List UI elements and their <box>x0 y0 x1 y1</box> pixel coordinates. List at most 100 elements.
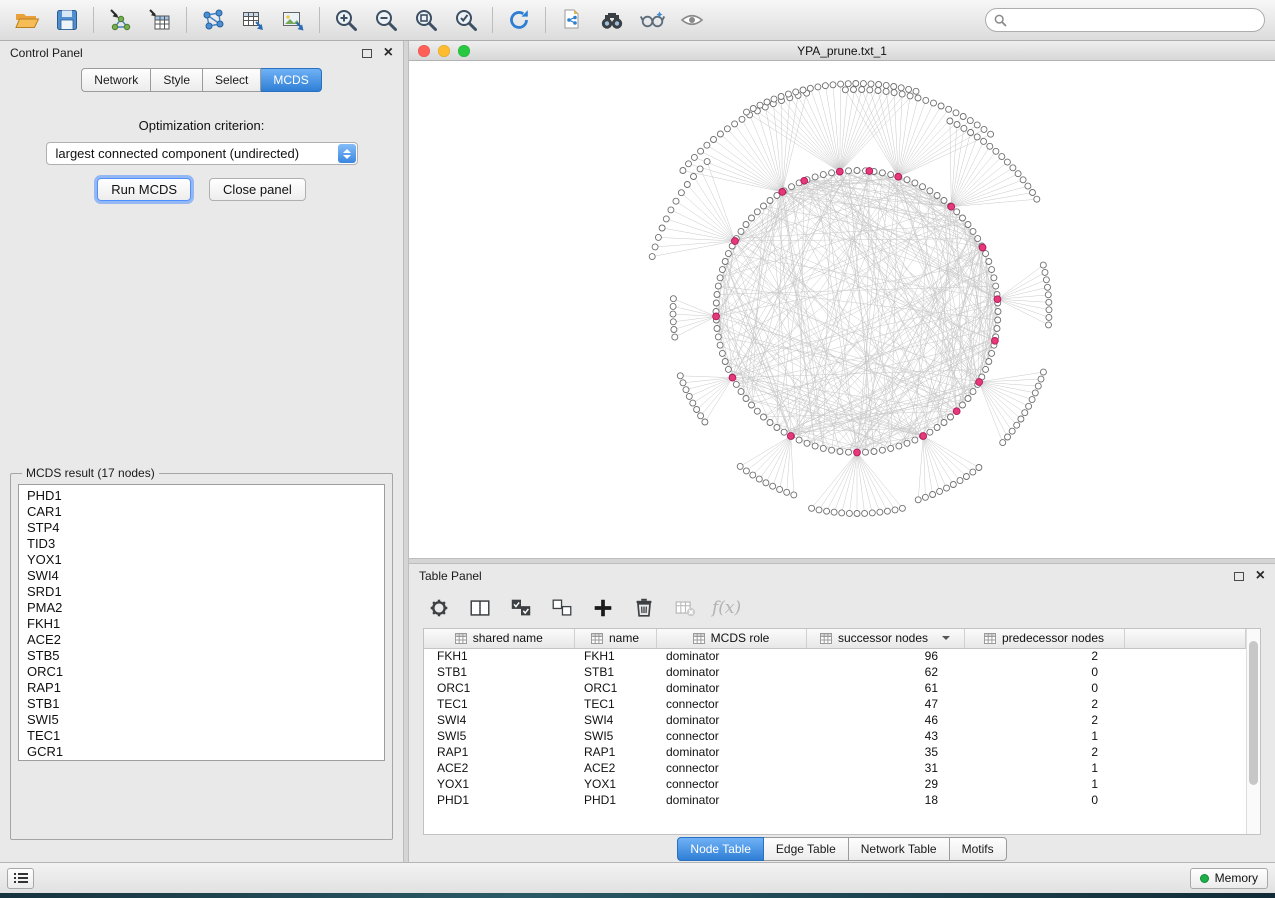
plus-icon <box>591 596 615 620</box>
mcds-node-item[interactable]: STB1 <box>19 696 384 712</box>
window-close-icon[interactable] <box>418 45 430 57</box>
table-grid-icon <box>455 633 467 644</box>
mcds-node-item[interactable]: TEC1 <box>19 728 384 744</box>
import-table-button[interactable] <box>143 4 177 36</box>
mcds-node-item[interactable]: STB5 <box>19 648 384 664</box>
float-panel-icon[interactable] <box>362 49 372 58</box>
table-row[interactable]: FKH1FKH1dominator962 <box>424 648 1246 664</box>
mcds-node-item[interactable]: SWI5 <box>19 712 384 728</box>
run-mcds-button[interactable]: Run MCDS <box>97 178 191 201</box>
window-maximize-icon[interactable] <box>458 45 470 57</box>
table-row[interactable]: ACE2ACE2connector311 <box>424 760 1246 776</box>
show-columns-button[interactable] <box>466 594 494 622</box>
select-all-button[interactable] <box>507 594 535 622</box>
table-row[interactable]: PHD1PHD1dominator180 <box>424 792 1246 808</box>
status-bar: Memory <box>0 862 1275 893</box>
close-panel-icon[interactable]: × <box>384 47 393 59</box>
import-table-icon <box>147 7 173 33</box>
table-row[interactable]: SWI4SWI4dominator462 <box>424 712 1246 728</box>
column-header-predecessor-nodes[interactable]: predecessor nodes <box>964 629 1124 648</box>
mcds-node-item[interactable]: ACE2 <box>19 632 384 648</box>
refresh-button[interactable] <box>502 4 536 36</box>
mcds-node-item[interactable]: CAR1 <box>19 504 384 520</box>
toolbar-separator <box>319 7 320 33</box>
save-session-button[interactable] <box>50 4 84 36</box>
float-panel-icon[interactable] <box>1234 572 1244 581</box>
table-row[interactable]: RAP1RAP1dominator352 <box>424 744 1246 760</box>
column-header-successor-nodes[interactable]: successor nodes <box>806 629 964 648</box>
mcds-result-list[interactable]: PHD1CAR1STP4TID3YOX1SWI4SRD1PMA2FKH1ACE2… <box>18 484 385 761</box>
show-details-button[interactable] <box>635 4 669 36</box>
zoom-out-button[interactable] <box>369 4 403 36</box>
table-row[interactable]: YOX1YOX1connector291 <box>424 776 1246 792</box>
tab-node-table[interactable]: Node Table <box>677 837 764 861</box>
toolbar-search[interactable] <box>985 8 1265 32</box>
zoom-fit-button[interactable] <box>409 4 443 36</box>
column-header-shared-name[interactable]: shared name <box>424 629 574 648</box>
document-share-icon <box>559 7 585 33</box>
tab-select[interactable]: Select <box>203 68 261 92</box>
zoom-in-button[interactable] <box>329 4 363 36</box>
mcds-node-item[interactable]: GCR1 <box>19 744 384 760</box>
open-folder-icon <box>14 7 40 33</box>
zoom-selected-icon <box>453 7 479 33</box>
deselect-all-button[interactable] <box>548 594 576 622</box>
table-panel-title: Table Panel <box>419 569 482 583</box>
table-row[interactable]: TEC1TEC1connector472 <box>424 696 1246 712</box>
mcds-node-item[interactable]: PMA2 <box>19 600 384 616</box>
network-view-titlebar[interactable]: YPA_prune.txt_1 <box>409 41 1275 61</box>
new-network-button[interactable] <box>196 4 230 36</box>
mcds-node-item[interactable]: RAP1 <box>19 680 384 696</box>
mcds-node-item[interactable]: PHD1 <box>19 488 384 504</box>
sort-chevron-down-icon <box>942 636 950 640</box>
mcds-node-item[interactable]: STP4 <box>19 520 384 536</box>
birds-eye-button[interactable] <box>675 4 709 36</box>
zoom-selected-button[interactable] <box>449 4 483 36</box>
scrollbar-thumb[interactable] <box>1249 641 1258 785</box>
table-scrollbar[interactable] <box>1246 629 1260 834</box>
tab-network[interactable]: Network <box>81 68 151 92</box>
clone-network-button[interactable] <box>555 4 589 36</box>
window-minimize-icon[interactable] <box>438 45 450 57</box>
mcds-node-item[interactable]: SWI4 <box>19 568 384 584</box>
tab-mcds[interactable]: MCDS <box>261 68 321 92</box>
table-row[interactable]: STB1STB1dominator620 <box>424 664 1246 680</box>
control-panel: Control Panel × Network Style Select MCD… <box>0 41 403 862</box>
delete-column-button[interactable] <box>630 594 658 622</box>
table-row[interactable]: ORC1ORC1dominator610 <box>424 680 1246 696</box>
column-header-name[interactable]: name <box>574 629 656 648</box>
export-image-button[interactable] <box>276 4 310 36</box>
table-settings-button[interactable] <box>425 594 453 622</box>
mcds-node-item[interactable]: TID3 <box>19 536 384 552</box>
mcds-node-item[interactable]: FKH1 <box>19 616 384 632</box>
tab-edge-table[interactable]: Edge Table <box>764 837 849 861</box>
search-network-button[interactable] <box>595 4 629 36</box>
export-table-button[interactable] <box>236 4 270 36</box>
task-history-button[interactable] <box>7 868 34 889</box>
add-column-button[interactable] <box>589 594 617 622</box>
close-panel-button[interactable]: Close panel <box>209 178 306 201</box>
search-input[interactable] <box>1012 13 1256 27</box>
delete-table-button[interactable] <box>671 594 699 622</box>
tab-motifs[interactable]: Motifs <box>950 837 1007 861</box>
mcds-node-item[interactable]: ORC1 <box>19 664 384 680</box>
optimization-criterion-label: Optimization criterion: <box>139 118 265 133</box>
column-label: MCDS role <box>711 631 770 645</box>
network-canvas[interactable] <box>409 61 1275 558</box>
columns-icon <box>468 596 492 620</box>
import-network-button[interactable] <box>103 4 137 36</box>
column-header-mcds-role[interactable]: MCDS role <box>656 629 806 648</box>
table-row[interactable]: SWI5SWI5connector431 <box>424 728 1246 744</box>
mcds-node-item[interactable]: YOX1 <box>19 552 384 568</box>
binoculars-icon <box>599 7 625 33</box>
optimization-criterion-select[interactable]: largest connected component (undirected) <box>46 142 358 165</box>
open-session-button[interactable] <box>10 4 44 36</box>
tab-network-table[interactable]: Network Table <box>849 837 950 861</box>
mcds-node-item[interactable]: SRD1 <box>19 584 384 600</box>
image-export-icon <box>280 7 306 33</box>
tab-style[interactable]: Style <box>151 68 203 92</box>
close-panel-icon[interactable]: × <box>1256 570 1265 582</box>
memory-button[interactable]: Memory <box>1190 868 1268 889</box>
column-label: predecessor nodes <box>1002 631 1104 645</box>
function-builder-button[interactable]: f(x) <box>712 598 741 618</box>
